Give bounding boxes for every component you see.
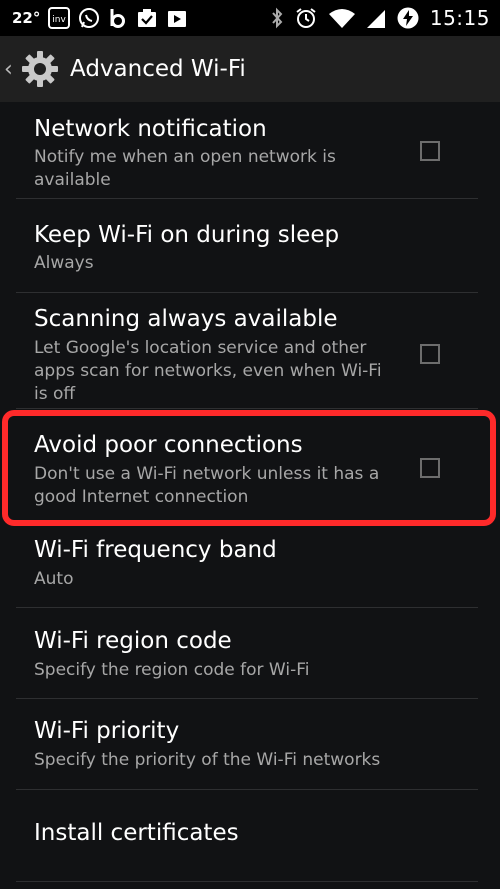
bluetooth-icon [270,7,284,29]
setting-keep-wifi-on-during-sleep[interactable]: Keep Wi-Fi on during sleep Always [16,198,478,293]
page-title: Advanced Wi-Fi [70,56,246,82]
task-icon [136,7,158,29]
status-bar-left: 22° inv [0,7,188,29]
setting-wifi-region-code[interactable]: Wi-Fi region code Specify the region cod… [16,607,478,699]
settings-gear-icon[interactable] [20,49,60,89]
setting-wifi-priority[interactable]: Wi-Fi priority Specify the priority of t… [16,698,478,790]
setting-network-notification[interactable]: Network notification Notify me when an o… [16,102,478,199]
status-bar: 22° inv 15:15 [0,0,500,36]
svg-text:inv: inv [53,15,67,25]
wifi-icon [328,7,356,29]
setting-summary: Don't use a Wi-Fi network unless it has … [34,464,380,507]
setting-summary: Specify the region code for Wi-Fi [34,660,310,680]
inv-app-icon: inv [48,7,71,29]
setting-title: Scanning always available [34,306,338,332]
play-store-icon [166,7,188,29]
setting-title: Wi-Fi frequency band [34,537,277,563]
clock-time: 15:15 [429,6,490,30]
whatsapp-icon [78,7,100,29]
signal-icon [366,7,386,29]
settings-list: Network notification Notify me when an o… [0,102,500,889]
setting-wifi-frequency-band[interactable]: Wi-Fi frequency band Auto [16,524,478,608]
setting-scanning-always-available[interactable]: Scanning always available Let Google's l… [16,292,478,409]
setting-title: Wi-Fi region code [34,628,232,654]
setting-title: Wi-Fi priority [34,718,180,744]
setting-title: Keep Wi-Fi on during sleep [34,222,340,248]
temperature-text: 22° [12,9,41,27]
alarm-icon [294,6,318,30]
setting-install-certificates[interactable]: Install certificates [16,789,478,882]
setting-title: Network notification [34,116,267,142]
network-notification-checkbox[interactable] [420,141,440,161]
battery-charging-icon [396,6,420,30]
status-bar-right: 15:15 [270,6,500,30]
setting-summary: Always [34,253,94,273]
avoid-poor-connections-checkbox[interactable] [420,458,440,478]
setting-avoid-poor-connections[interactable]: Avoid poor connections Don't use a Wi-Fi… [16,408,478,525]
b-app-icon [108,7,128,29]
setting-title: Install certificates [34,820,239,846]
action-bar: ‹ Advanced Wi-Fi [0,36,500,103]
setting-summary: Notify me when an open network is availa… [34,147,336,190]
setting-summary: Let Google's location service and other … [34,338,382,404]
scanning-always-available-checkbox[interactable] [420,344,440,364]
setting-title: Avoid poor connections [34,432,303,458]
chevron-left-icon[interactable]: ‹ [4,57,18,82]
setting-summary: Specify the priority of the Wi-Fi networ… [34,750,381,770]
setting-summary: Auto [34,569,74,589]
